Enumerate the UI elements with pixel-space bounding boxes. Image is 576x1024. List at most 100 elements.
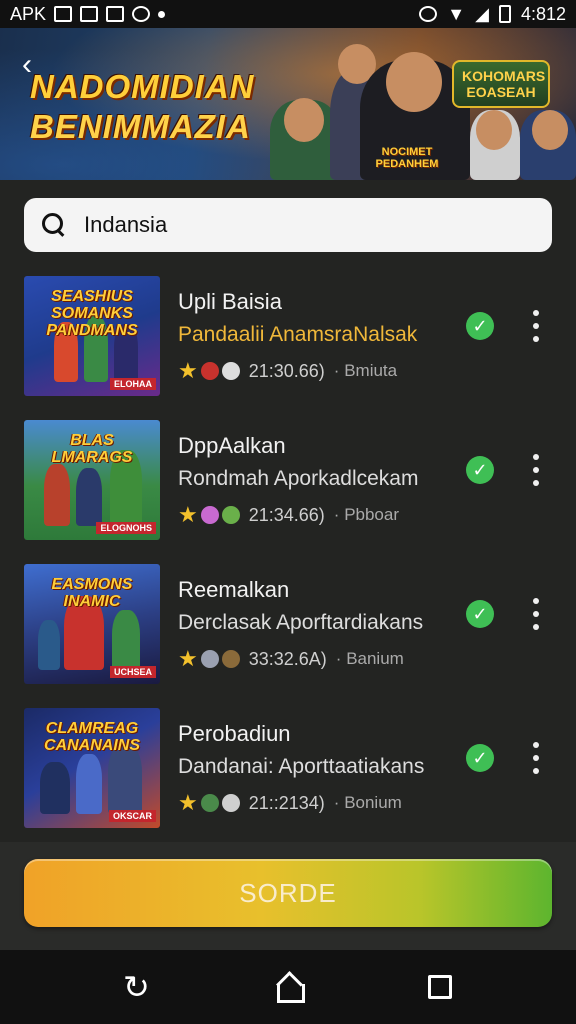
item-meta: ★ 21:34.66) · Pbboar [178,504,458,526]
more-options-icon[interactable] [524,594,548,634]
item-name: Perobadiun [178,721,291,746]
game-thumbnail[interactable]: BLAS LMARAGS ELOGNOHS [24,420,160,540]
item-category: · Bonium [333,793,402,812]
badge-icon [200,362,219,380]
thumbnail-figure [112,610,140,670]
status-time: 4:812 [520,3,566,24]
item-subtitle: Rondmah Aporkadlcekam [178,467,419,490]
item-time: 21::2134) [248,792,325,813]
status-bar: APK ▼ ◢ 4:812 [0,0,576,28]
battery-icon [498,5,511,23]
thumbnail-title: EASMONS INAMIC [51,576,133,610]
game-thumbnail[interactable]: CLAMREAG CANANAINS OKSCAR [24,708,160,828]
system-nav-bar: ↺ [0,950,576,1024]
animal-icon [221,362,240,380]
item-category-text: Banium [346,649,404,668]
item-category-text: Bonium [344,793,402,812]
animal-icon [221,794,240,812]
item-subtitle: Dandanai: Aporttaatiakans [178,755,425,778]
list-item[interactable]: BLAS LMARAGS ELOGNOHS DppAalkan Rondmah … [0,416,576,560]
chart-icon [80,6,99,22]
back-icon: ↺ [122,969,150,1005]
thumbnail-tag: UCHSEA [109,666,156,678]
game-thumbnail[interactable]: EASMONS INAMIC UCHSEA [24,564,160,684]
thumbnail-title: CLAMREAG CANANAINS [44,720,140,754]
item-time: 33:32.6A) [248,648,327,669]
thumbnail-title: BLAS LMARAGS [51,432,133,466]
item-subtitle: Derclasak Aporftardiakans [178,611,424,634]
home-icon [274,973,305,1003]
item-category-text: Pbboar [344,505,400,524]
main-content: SEASHIUS SOMANKS PANDMANS ELOHAA Upli Ba… [0,180,576,842]
search-icon [40,211,68,239]
nav-back-button[interactable]: ↺ [112,963,160,1011]
item-name: Reemalkan [178,577,290,602]
banner-character-head [476,110,512,150]
thumbnail-figure [108,744,142,814]
item-category: · Bmiuta [333,361,398,380]
nav-home-button[interactable] [264,963,312,1011]
game-thumbnail[interactable]: SEASHIUS SOMANKS PANDMANS ELOHAA [24,276,160,396]
header-banner: NOCIMET PEDANHEM KOHOMARS EOASEAH ‹ NADO… [0,28,576,180]
item-info: DppAalkan Rondmah Aporkadlcekam ★ 21:34.… [178,432,458,526]
installed-check-icon: ✓ [466,600,494,628]
banner-character-head [284,98,324,142]
star-icon: ★ [178,646,198,671]
item-meta: ★ 21::2134) · Bonium [178,792,458,814]
search-input[interactable] [84,212,504,238]
item-meta: ★ 21:30.66) · Bmiuta [178,360,458,382]
thumbnail-figure [76,754,102,814]
thumbnail-figure [76,468,102,526]
banner-badge: KOHOMARS EOASEAH [452,60,550,108]
item-info: Upli Baisia Pandaalii AnamsraNalsak ★ 21… [178,288,458,382]
star-icon: ★ [178,502,198,527]
star-icon: ★ [178,790,198,815]
item-category: · Pbboar [333,505,400,524]
alarm-icon [419,6,438,22]
primary-action-button[interactable]: SORDE [24,859,552,927]
location-pin-icon [221,506,240,524]
soccer-ball-icon [132,6,151,22]
signal-icon: ◢ [475,3,489,24]
item-info: Perobadiun Dandanai: Aporttaatiakans ★ 2… [178,720,458,814]
notification-dot-icon [158,10,166,18]
list-item[interactable]: SEASHIUS SOMANKS PANDMANS ELOHAA Upli Ba… [0,272,576,416]
image-icon [106,6,125,22]
wifi-icon: ▼ [447,3,466,24]
recents-icon [428,975,452,999]
more-options-icon[interactable] [524,450,548,490]
star-icon: ★ [178,358,198,383]
mail-icon [54,6,73,22]
flower-icon [200,506,219,524]
banner-title-line2: BENIMMAZIA [30,108,251,145]
item-subtitle: Pandaalii AnamsraNalsak [178,323,418,346]
banner-character-head [532,110,568,150]
thumbnail-figure [38,620,60,670]
item-category-text: Bmiuta [344,361,398,380]
results-list: SEASHIUS SOMANKS PANDMANS ELOHAA Upli Ba… [0,272,576,848]
banner-character-head [386,52,442,112]
character-icon [200,794,219,812]
list-item[interactable]: CLAMREAG CANANAINS OKSCAR Perobadiun Dan… [0,704,576,848]
item-name: DppAalkan [178,433,286,458]
item-name: Upli Baisia [178,289,282,314]
list-item[interactable]: EASMONS INAMIC UCHSEA Reemalkan Derclasa… [0,560,576,704]
character-icon [200,650,219,668]
more-options-icon[interactable] [524,306,548,346]
thumbnail-tag: OKSCAR [108,810,156,822]
installed-check-icon: ✓ [466,744,494,772]
thumbnail-figure [44,464,70,526]
thumbnail-title: SEASHIUS SOMANKS PANDMANS [46,288,138,339]
more-options-icon[interactable] [524,738,548,778]
nav-recents-button[interactable] [416,963,464,1011]
item-category: · Banium [335,649,404,668]
thumbnail-figure [40,762,70,814]
banner-title-line1: NADOMIDIAN [30,68,255,105]
installed-check-icon: ✓ [466,312,494,340]
thumbnail-tag: ELOHAA [110,378,156,390]
banner-shirt-logo: NOCIMET PEDANHEM [375,146,439,170]
animal-icon [221,650,240,668]
item-info: Reemalkan Derclasak Aporftardiakans ★ 33… [178,576,458,670]
search-bar[interactable] [24,198,552,252]
installed-check-icon: ✓ [466,456,494,484]
